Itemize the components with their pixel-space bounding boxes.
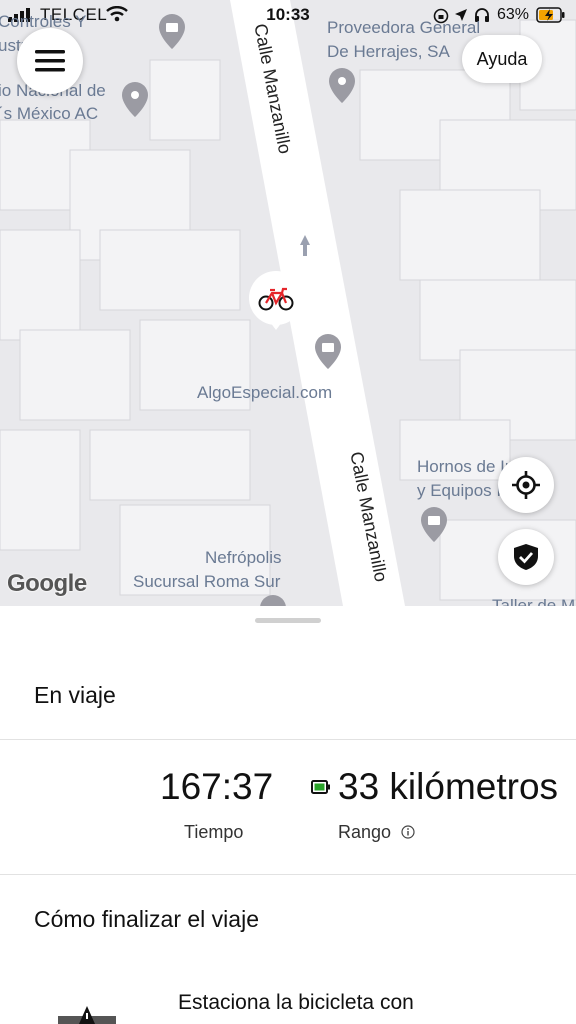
help-button[interactable]: Ayuda <box>462 35 542 83</box>
map-label-nefropolis-1: Nefrópolis <box>205 548 282 567</box>
warning-icon <box>58 1006 116 1024</box>
menu-button[interactable] <box>17 28 83 94</box>
hamburger-menu-icon <box>35 50 65 72</box>
trip-bottom-sheet[interactable]: En viaje 167:37 Tiempo 33 kilómetros Ran… <box>0 606 576 1024</box>
map-label-proveedora-1: Proveedora General <box>327 18 481 37</box>
range-label: Rango <box>338 822 392 842</box>
battery-percentage: 63% <box>497 6 530 23</box>
bicycle-icon <box>258 287 294 311</box>
divider <box>0 739 576 740</box>
map-label-algoespecial: AlgoEspecial.com <box>197 383 333 402</box>
safety-toolkit-button[interactable] <box>498 529 554 585</box>
divider <box>0 874 576 875</box>
map-label-nefropolis-2: Sucursal Roma Sur <box>133 572 281 591</box>
map-view[interactable]: TELCEL 10:33 63% Controles Y ustriales i… <box>0 0 576 606</box>
bike-marker[interactable] <box>248 270 304 330</box>
end-trip-step-text: Estaciona la bicicleta con <box>178 991 414 1014</box>
locate-me-button[interactable] <box>498 457 554 513</box>
sheet-drag-handle[interactable] <box>255 618 321 623</box>
trip-status-title: En viaje <box>34 682 116 708</box>
map-label-proveedora-2: De Herrajes, SA <box>327 42 450 61</box>
crosshair-icon <box>512 471 540 499</box>
shield-check-icon <box>514 544 538 570</box>
map-label-nacional-2: ´s México AC <box>0 104 99 123</box>
end-trip-section-title: Cómo finalizar el viaje <box>34 906 259 932</box>
battery-icon <box>311 780 330 794</box>
trip-time-label: Tiempo <box>184 822 244 842</box>
battery-status-icon <box>536 7 565 23</box>
range-value: 33 kilómetros <box>338 766 559 807</box>
trip-time-value: 167:37 <box>160 766 274 807</box>
info-icon[interactable] <box>401 825 415 839</box>
map-label-taller: Taller de M <box>492 596 576 606</box>
google-attribution: Google <box>7 570 87 597</box>
